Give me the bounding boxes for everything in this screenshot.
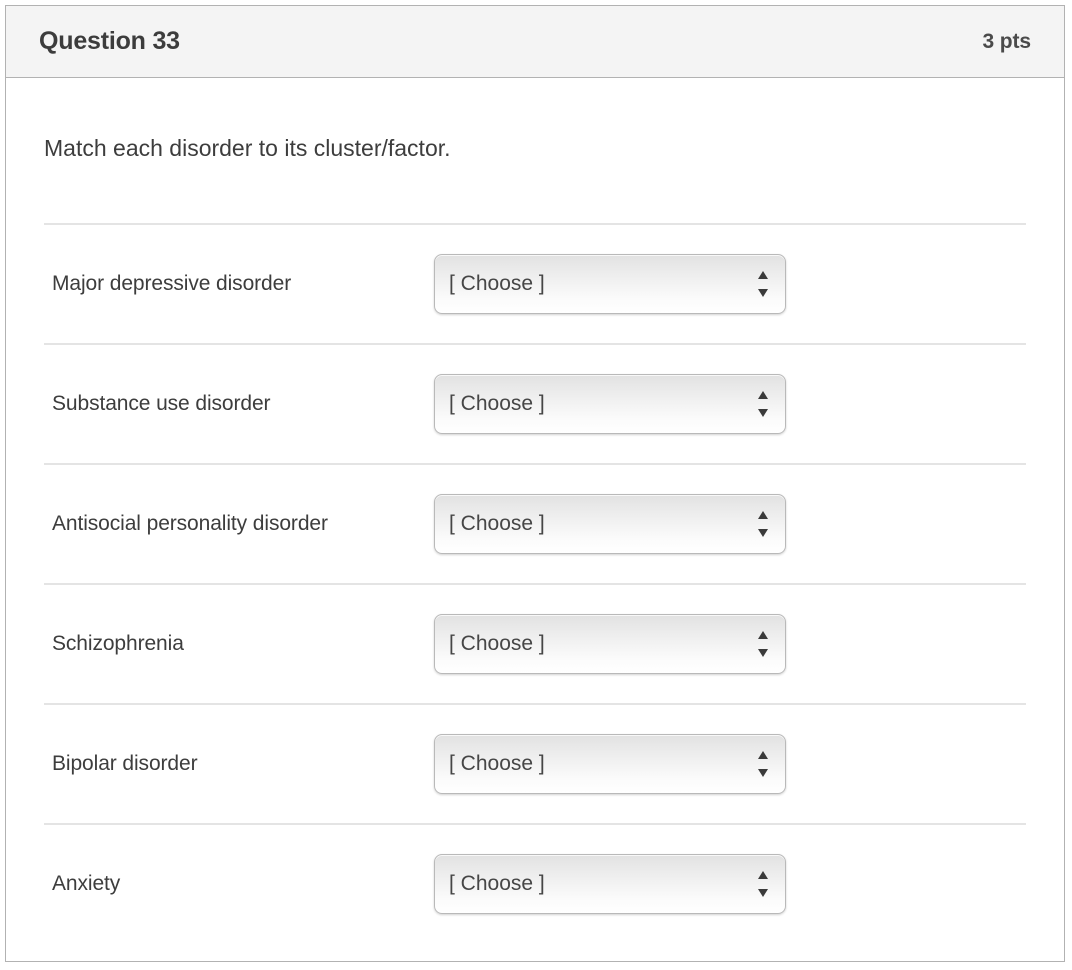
stepper-arrows-icon[interactable] xyxy=(757,390,768,417)
triangle-down-icon xyxy=(757,288,768,297)
triangle-up-icon xyxy=(757,630,768,639)
match-select-value: [ Choose ] xyxy=(449,871,545,895)
table-row: Antisocial personality disorder [ Choose… xyxy=(44,462,1026,583)
match-item-label: Major depressive disorder xyxy=(52,271,292,295)
stepper-arrows-icon[interactable] xyxy=(757,510,768,537)
triangle-down-icon xyxy=(757,768,768,777)
triangle-up-icon xyxy=(757,270,768,279)
triangle-up-icon xyxy=(757,870,768,879)
match-select-value: [ Choose ] xyxy=(449,271,545,295)
match-select-substance-use-disorder[interactable]: [ Choose ] xyxy=(434,373,786,434)
table-row: Bipolar disorder [ Choose ] xyxy=(44,702,1026,823)
match-item-label: Anxiety xyxy=(52,871,121,895)
match-select-value: [ Choose ] xyxy=(449,391,545,415)
match-item-label: Substance use disorder xyxy=(52,391,271,415)
triangle-up-icon xyxy=(757,390,768,399)
match-select-value: [ Choose ] xyxy=(449,751,545,775)
triangle-down-icon xyxy=(757,528,768,537)
match-select-value: [ Choose ] xyxy=(449,631,545,655)
match-item-label: Antisocial personality disorder xyxy=(52,511,328,535)
match-select-major-depressive-disorder[interactable]: [ Choose ] xyxy=(434,253,786,314)
stepper-arrows-icon[interactable] xyxy=(757,870,768,897)
matching-list: Major depressive disorder [ Choose ] Sub… xyxy=(6,222,1064,943)
question-body: Match each disorder to its cluster/facto… xyxy=(6,78,1064,943)
stepper-arrows-icon[interactable] xyxy=(757,270,768,297)
match-select-antisocial-personality-disorder[interactable]: [ Choose ] xyxy=(434,493,786,554)
match-select-schizophrenia[interactable]: [ Choose ] xyxy=(434,613,786,674)
match-select-anxiety[interactable]: [ Choose ] xyxy=(434,853,786,914)
table-row: Anxiety [ Choose ] xyxy=(44,822,1026,943)
question-header: Question 33 3 pts xyxy=(6,6,1064,78)
table-row: Major depressive disorder [ Choose ] xyxy=(44,222,1026,343)
stepper-arrows-icon[interactable] xyxy=(757,750,768,777)
table-row: Schizophrenia [ Choose ] xyxy=(44,582,1026,703)
triangle-down-icon xyxy=(757,648,768,657)
triangle-down-icon xyxy=(757,408,768,417)
match-select-bipolar-disorder[interactable]: [ Choose ] xyxy=(434,733,786,794)
triangle-up-icon xyxy=(757,510,768,519)
points-badge: 3 pts xyxy=(982,29,1031,53)
match-item-label: Schizophrenia xyxy=(52,631,184,655)
triangle-down-icon xyxy=(757,888,768,897)
table-row: Substance use disorder [ Choose ] xyxy=(44,342,1026,463)
triangle-up-icon xyxy=(757,750,768,759)
match-select-value: [ Choose ] xyxy=(449,511,545,535)
question-prompt: Match each disorder to its cluster/facto… xyxy=(44,135,451,161)
question-card: Question 33 3 pts Match each disorder to… xyxy=(5,5,1065,962)
match-item-label: Bipolar disorder xyxy=(52,751,198,775)
page-title: Question 33 xyxy=(39,27,180,55)
stepper-arrows-icon[interactable] xyxy=(757,630,768,657)
